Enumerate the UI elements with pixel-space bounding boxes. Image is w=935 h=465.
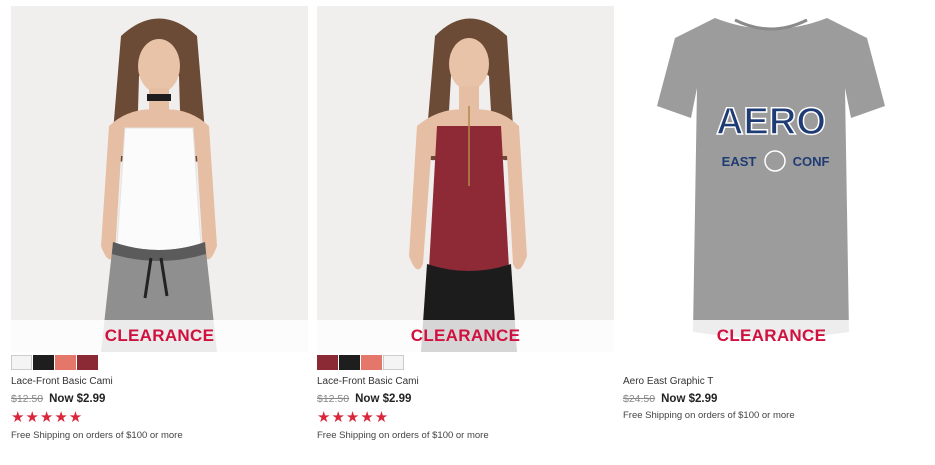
clearance-banner: CLEARANCE (11, 320, 308, 352)
swatch-coral[interactable] (361, 355, 382, 370)
swatch-white[interactable] (11, 355, 32, 370)
product-image[interactable]: CLEARANCE (317, 6, 614, 352)
product-name[interactable]: Lace-Front Basic Cami (11, 376, 317, 387)
sale-price: Now $2.99 (49, 393, 106, 405)
product-card: CLEARANCE Lace-Front Basic Cami $12.50 No… (11, 6, 317, 441)
product-name[interactable]: Aero East Graphic T (623, 376, 929, 387)
star-rating[interactable]: ★★★★★ (317, 410, 623, 425)
product-card: AERO EAST CONF CLEARANCE Aero East Graph… (623, 6, 929, 421)
sale-price: Now $2.99 (661, 393, 718, 405)
clearance-banner: CLEARANCE (623, 320, 920, 352)
product-name[interactable]: Lace-Front Basic Cami (317, 376, 623, 387)
product-card: CLEARANCE Lace-Front Basic Cami $12.50 No… (317, 6, 623, 441)
star-rating[interactable]: ★★★★★ (11, 410, 317, 425)
swatch-black[interactable] (339, 355, 360, 370)
clearance-banner: CLEARANCE (317, 320, 614, 352)
original-price: $12.50 (11, 393, 44, 405)
swatch-burgundy[interactable] (317, 355, 338, 370)
swatch-white[interactable] (383, 355, 404, 370)
tee-graphic-aero: AERO (716, 101, 826, 143)
price: $12.50 Now $2.99 (317, 393, 623, 405)
tee-graphic-east: EAST (722, 154, 757, 169)
swatch-burgundy[interactable] (77, 355, 98, 370)
shipping-note: Free Shipping on orders of $100 or more (317, 430, 489, 441)
model-photo (317, 6, 614, 352)
model-photo (11, 6, 308, 352)
sale-price: Now $2.99 (355, 393, 412, 405)
shipping-note: Free Shipping on orders of $100 or more (623, 410, 795, 421)
color-swatches (11, 355, 317, 370)
product-image[interactable]: CLEARANCE (11, 6, 308, 352)
price: $24.50 Now $2.99 (623, 393, 929, 405)
original-price: $12.50 (317, 393, 350, 405)
swatch-coral[interactable] (55, 355, 76, 370)
price: $12.50 Now $2.99 (11, 393, 317, 405)
shipping-note: Free Shipping on orders of $100 or more (11, 430, 183, 441)
color-swatches (317, 355, 623, 370)
product-image[interactable]: AERO EAST CONF CLEARANCE (623, 6, 920, 352)
tshirt-photo: AERO EAST CONF (623, 6, 920, 352)
original-price: $24.50 (623, 393, 656, 405)
swatch-black[interactable] (33, 355, 54, 370)
tee-graphic-conf: CONF (793, 154, 830, 169)
